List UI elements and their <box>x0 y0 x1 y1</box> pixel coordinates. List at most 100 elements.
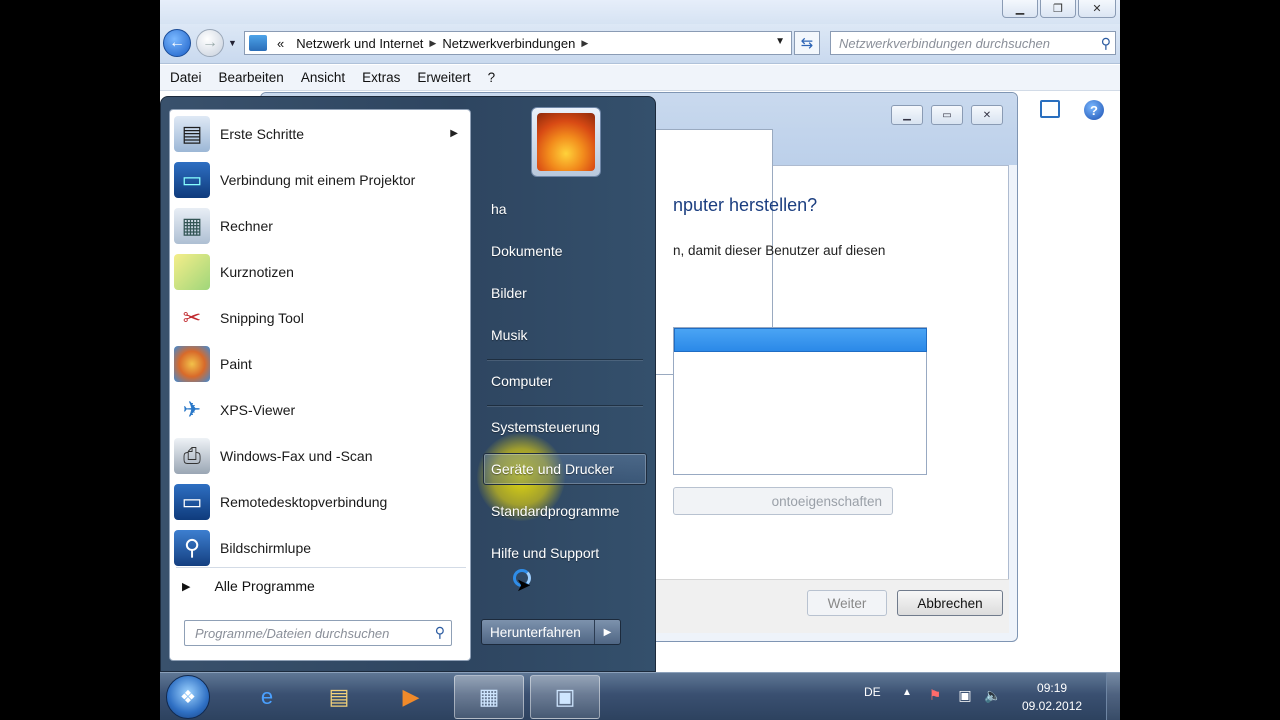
breadcrumb-overflow[interactable]: « <box>277 36 284 51</box>
address-dropdown-icon[interactable]: ▼ <box>775 36 785 47</box>
network-folder-icon <box>249 35 267 51</box>
program-snipping-tool[interactable]: ✂ Snipping Tool <box>174 296 468 340</box>
shutdown-options-icon[interactable]: ▶ <box>594 620 620 644</box>
program-label: Erste Schritte <box>220 126 305 142</box>
projector-icon: ▭ <box>174 162 210 198</box>
preview-pane-icon[interactable] <box>1040 100 1060 118</box>
all-programs-label: Alle Programme <box>214 578 315 594</box>
paint-icon <box>174 346 210 382</box>
right-item-systemsteuerung[interactable]: Systemsteuerung <box>491 419 600 435</box>
help-icon[interactable]: ? <box>1084 100 1104 120</box>
program-xps-viewer[interactable]: ✈ XPS-Viewer <box>174 388 468 432</box>
search-icon[interactable]: ⚲ <box>435 624 445 641</box>
program-fax-scan[interactable]: ⎙ Windows-Fax und -Scan <box>174 434 468 478</box>
breadcrumb-netzwerk-und-internet[interactable]: Netzwerk und Internet <box>296 36 423 51</box>
internet-explorer-icon[interactable]: e <box>232 675 302 719</box>
menu-erweitert[interactable]: Erweitert <box>417 70 470 85</box>
volume-icon[interactable]: 🔈 <box>984 687 1002 703</box>
account-properties-button[interactable]: ontoeigenschaften <box>673 487 893 515</box>
scissors-icon: ✂ <box>182 305 202 330</box>
back-button[interactable]: ← <box>163 29 191 57</box>
clock-date: 09.02.2012 <box>1022 699 1083 713</box>
media-player-icon[interactable]: ▶ <box>376 675 446 719</box>
recent-pages-dropdown[interactable]: ▼ <box>228 38 237 48</box>
mouse-pointer-icon: ➤ <box>516 575 532 595</box>
sticky-notes-icon <box>174 254 210 290</box>
dialog-maximize-button[interactable]: ▭ <box>931 105 963 125</box>
network-tray-icon[interactable]: ▣ <box>956 687 974 703</box>
chevron-right-icon: ▶ <box>182 580 191 593</box>
submenu-arrow-icon[interactable]: ▶ <box>450 128 458 139</box>
breadcrumb-netzwerkverbindungen[interactable]: Netzwerkverbindungen <box>442 36 575 51</box>
menu-help[interactable]: ? <box>488 70 496 85</box>
control-panel-taskbar-icon[interactable]: ▦ <box>454 675 524 719</box>
program-kurznotizen[interactable]: Kurznotizen <box>174 250 468 294</box>
network-window-taskbar-icon[interactable]: ▣ <box>530 675 600 719</box>
program-label: Windows-Fax und -Scan <box>220 448 373 464</box>
program-label: Bildschirmlupe <box>220 540 312 556</box>
restore-button[interactable]: ❐ <box>1040 0 1076 18</box>
navigation-bar: ← → ▼ « Netzwerk und Internet ▶ Netzwerk… <box>160 24 1120 64</box>
weiter-button[interactable]: Weiter <box>807 590 887 616</box>
minimize-button[interactable]: ▁ <box>1002 0 1038 18</box>
program-paint[interactable]: Paint <box>174 342 468 386</box>
taskbar: ❖ e ▤ ▶ ▦ ▣ DE ▲ ⚑ ▣ 🔈 09:19 09.02.2012 <box>160 672 1120 720</box>
menu-bar: Datei Bearbeiten Ansicht Extras Erweiter… <box>160 65 1120 91</box>
show-desktop-button[interactable] <box>1106 673 1120 720</box>
explorer-search-input[interactable]: Netzwerkverbindungen durchsuchen ⚲ <box>830 31 1116 55</box>
program-remotedesktop[interactable]: ▭ Remotedesktopverbindung <box>174 480 468 524</box>
menu-extras[interactable]: Extras <box>362 70 400 85</box>
address-bar[interactable]: « Netzwerk und Internet ▶ Netzwerkverbin… <box>244 31 792 55</box>
magnifier-icon: ⚲ <box>174 530 210 566</box>
chevron-right-icon[interactable]: ▶ <box>581 38 588 49</box>
program-projektor[interactable]: ▭ Verbindung mit einem Projektor <box>174 158 468 202</box>
right-item-dokumente[interactable]: Dokumente <box>491 243 563 259</box>
start-search-input[interactable]: Programme/Dateien durchsuchen ⚲ <box>184 620 452 646</box>
start-orb-icon[interactable]: ❖ <box>166 675 210 719</box>
show-hidden-icons-icon[interactable]: ▲ <box>902 687 912 698</box>
program-list: ▤ Erste Schritte ▶ ▭ Verbindung mit eine… <box>169 109 471 661</box>
program-label: Rechner <box>220 218 273 234</box>
start-search-placeholder: Programme/Dateien durchsuchen <box>195 626 390 641</box>
shutdown-button[interactable]: Herunterfahren ▶ <box>481 619 621 645</box>
language-indicator[interactable]: DE <box>864 685 881 699</box>
selected-user-row[interactable] <box>674 328 927 352</box>
divider <box>176 567 466 568</box>
getting-started-icon: ▤ <box>174 116 210 152</box>
program-label: Snipping Tool <box>220 310 304 326</box>
program-label: Kurznotizen <box>220 264 294 280</box>
calculator-icon: ▦ <box>174 208 210 244</box>
program-bildschirmlupe[interactable]: ⚲ Bildschirmlupe <box>174 526 468 570</box>
program-erste-schritte[interactable]: ▤ Erste Schritte ▶ <box>174 112 468 156</box>
chevron-right-icon[interactable]: ▶ <box>429 38 436 49</box>
abbrechen-button[interactable]: Abbrechen <box>897 590 1003 616</box>
right-item-computer[interactable]: Computer <box>491 373 552 389</box>
menu-datei[interactable]: Datei <box>170 70 202 85</box>
clock[interactable]: 09:19 09.02.2012 <box>1022 679 1082 715</box>
all-programs-button[interactable]: ▶ Alle Programme <box>182 578 315 594</box>
program-label: Verbindung mit einem Projektor <box>220 172 416 188</box>
xps-viewer-icon: ✈ <box>182 397 202 422</box>
program-rechner[interactable]: ▦ Rechner <box>174 204 468 248</box>
action-center-flag-icon[interactable]: ⚑ <box>926 687 944 703</box>
right-item-hilfe-und-support[interactable]: Hilfe und Support <box>491 545 599 561</box>
search-icon[interactable]: ⚲ <box>1101 35 1111 52</box>
avatar[interactable] <box>531 107 601 177</box>
menu-ansicht[interactable]: Ansicht <box>301 70 345 85</box>
right-item-user[interactable]: ha <box>491 201 507 217</box>
right-item-standardprogramme[interactable]: Standardprogramme <box>491 503 619 519</box>
forward-button[interactable]: → <box>196 29 224 57</box>
close-button[interactable]: ✕ <box>1078 0 1116 18</box>
explorer-folder-icon[interactable]: ▤ <box>304 675 374 719</box>
dialog-minimize-button[interactable]: ▁ <box>891 105 923 125</box>
refresh-button[interactable]: ⇆ <box>794 31 820 55</box>
program-label: Paint <box>220 356 252 372</box>
user-list[interactable] <box>673 327 927 475</box>
right-item-geraete-und-drucker[interactable]: Geräte und Drucker <box>491 461 614 477</box>
dialog-close-button[interactable]: ✕ <box>971 105 1003 125</box>
right-item-bilder[interactable]: Bilder <box>491 285 527 301</box>
menu-bearbeiten[interactable]: Bearbeiten <box>219 70 284 85</box>
divider <box>487 405 643 406</box>
right-item-musik[interactable]: Musik <box>491 327 528 343</box>
program-label: Remotedesktopverbindung <box>220 494 388 510</box>
